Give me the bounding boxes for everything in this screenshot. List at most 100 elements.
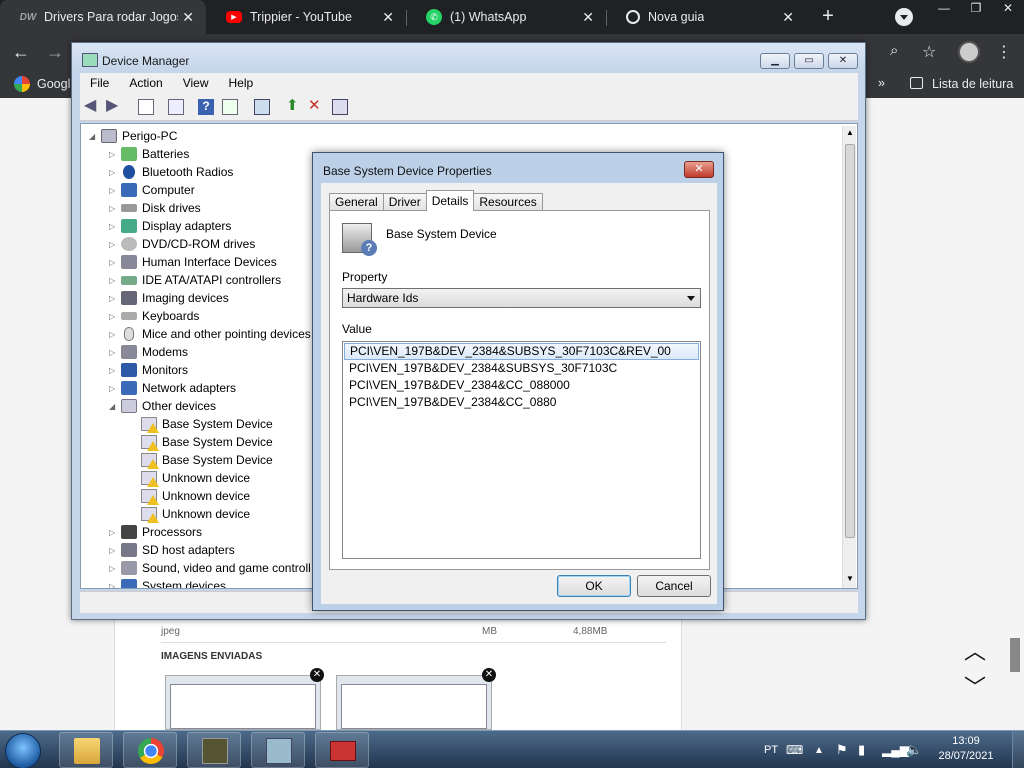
expand-icon[interactable]: ▷ <box>109 222 117 231</box>
menu-action[interactable]: Action <box>119 73 172 93</box>
tab-youtube[interactable]: ▶ Trippier - YouTube ✕ <box>206 0 406 34</box>
maximize-button[interactable]: ▭ <box>794 53 824 69</box>
tree-item-modems[interactable]: ▷ Modems <box>109 343 188 361</box>
tree-item-system-devices[interactable]: ▷ System devices <box>109 577 226 589</box>
tab-general[interactable]: General <box>329 193 384 211</box>
tree-item-base-system-device[interactable]: Base System Device <box>141 451 273 469</box>
cancel-button[interactable]: Cancel <box>637 575 711 597</box>
expand-icon[interactable]: ▷ <box>109 384 117 393</box>
bookmark-google[interactable]: Googl <box>37 77 70 91</box>
device-manager-titlebar[interactable]: Device Manager ▁ ▭ ✕ <box>72 43 865 73</box>
close-icon[interactable]: ✕ <box>992 0 1024 18</box>
tree-item-unknown-device[interactable]: Unknown device <box>141 505 250 523</box>
show-hide-console-tree-icon[interactable] <box>138 99 154 115</box>
menu-help[interactable]: Help <box>219 73 264 93</box>
forward-arrow-icon[interactable]: → <box>46 42 64 63</box>
scroll-down-icon[interactable]: ▼ <box>846 574 854 583</box>
sent-image-thumbnail[interactable] <box>336 675 492 730</box>
taskbar-app[interactable] <box>187 732 241 768</box>
expand-icon[interactable]: ▷ <box>109 366 117 375</box>
action-pane-icon[interactable] <box>222 99 238 115</box>
show-hidden-icons[interactable]: ▲ <box>814 731 824 768</box>
tab-whatsapp[interactable]: ✆ (1) WhatsApp ✕ <box>406 0 606 34</box>
start-button[interactable] <box>5 733 41 768</box>
tree-item-unknown-device[interactable]: Unknown device <box>141 469 250 487</box>
expand-icon[interactable]: ▷ <box>109 186 117 195</box>
volume-icon[interactable]: 🔈 <box>906 731 922 768</box>
more-bookmarks-icon[interactable]: » <box>878 76 885 90</box>
list-item[interactable]: PCI\VEN_197B&DEV_2384&CC_088000 <box>343 377 700 394</box>
collapse-icon[interactable]: ◢ <box>109 402 117 411</box>
language-indicator[interactable]: PT <box>764 731 778 768</box>
taskbar-explorer[interactable] <box>59 732 113 768</box>
tree-vertical-scrollbar[interactable]: ▲ ▼ <box>842 126 856 588</box>
expand-icon[interactable]: ▷ <box>109 240 117 249</box>
close-icon[interactable]: ✕ <box>782 9 794 26</box>
new-tab-button[interactable]: + <box>816 5 840 29</box>
tree-item-monitors[interactable]: ▷ Monitors <box>109 361 188 379</box>
tree-item-disk-drives[interactable]: ▷ Disk drives <box>109 199 201 217</box>
zoom-icon[interactable]: ⌕ <box>890 42 898 59</box>
tree-item-processors[interactable]: ▷ Processors <box>109 523 202 541</box>
tree-item-display-adapters[interactable]: ▷ Display adapters <box>109 217 231 235</box>
power-icon[interactable]: ▮ <box>858 731 865 768</box>
tab-drivers[interactable]: DW Drivers Para rodar Jogos ✕ <box>0 0 206 34</box>
remove-image-icon[interactable]: ✕ <box>310 668 324 682</box>
tab-details[interactable]: Details <box>425 190 475 211</box>
tree-item-imaging[interactable]: ▷ Imaging devices <box>109 289 229 307</box>
tree-item-hid[interactable]: ▷ Human Interface Devices <box>109 253 277 271</box>
scrollbar-thumb[interactable] <box>845 144 855 538</box>
scan-hardware-icon[interactable] <box>254 99 270 115</box>
expand-icon[interactable]: ▷ <box>109 582 117 589</box>
tree-item-sd-host[interactable]: ▷ SD host adapters <box>109 541 235 559</box>
keyboard-icon[interactable]: ⌨ <box>786 731 803 768</box>
expand-icon[interactable]: ▷ <box>109 276 117 285</box>
page-scrollbar-thumb[interactable] <box>1010 638 1020 672</box>
tree-item-unknown-device[interactable]: Unknown device <box>141 487 250 505</box>
scroll-up-icon[interactable]: ︿ <box>964 634 986 666</box>
tree-root[interactable]: ◢ Perigo-PC <box>89 127 177 145</box>
tree-item-other-devices[interactable]: ◢ Other devices <box>109 397 216 415</box>
tab-driver[interactable]: Driver <box>382 193 427 211</box>
tree-item-network[interactable]: ▷ Network adapters <box>109 379 236 397</box>
tree-item-ide[interactable]: ▷ IDE ATA/ATAPI controllers <box>109 271 281 289</box>
property-dropdown[interactable]: Hardware Ids <box>342 288 701 308</box>
tree-item-mice[interactable]: ▷ Mice and other pointing devices <box>109 325 311 343</box>
tab-resources[interactable]: Resources <box>473 193 543 211</box>
back-arrow-icon[interactable]: ← <box>12 42 30 63</box>
taskbar-chrome[interactable] <box>123 732 177 768</box>
tab-search-icon[interactable] <box>895 8 913 26</box>
uninstall-icon[interactable]: ✕ <box>308 98 324 115</box>
help-icon[interactable]: ? <box>198 99 214 115</box>
remove-image-icon[interactable]: ✕ <box>482 668 496 682</box>
taskbar-toolbox[interactable] <box>315 732 369 768</box>
tree-item-computer[interactable]: ▷ Computer <box>109 181 195 199</box>
tab-new-tab[interactable]: Nova guia ✕ <box>606 0 806 34</box>
list-item[interactable]: PCI\VEN_197B&DEV_2384&CC_0880 <box>343 394 700 411</box>
close-button[interactable]: ✕ <box>828 53 858 69</box>
close-icon[interactable]: ✕ <box>582 9 594 26</box>
profile-avatar[interactable] <box>958 41 980 63</box>
taskbar-device-manager[interactable] <box>251 732 305 768</box>
show-desktop-button[interactable] <box>1012 731 1024 768</box>
tree-item-sound[interactable]: ▷ Sound, video and game controll <box>109 559 311 577</box>
bookmark-star-icon[interactable]: ☆ <box>922 42 936 62</box>
scroll-down-icon[interactable]: ﹀ <box>964 670 986 702</box>
tree-item-base-system-device[interactable]: Base System Device <box>141 415 273 433</box>
value-list[interactable]: PCI\VEN_197B&DEV_2384&SUBSYS_30F7103C&RE… <box>342 341 701 559</box>
expand-icon[interactable]: ▷ <box>109 312 117 321</box>
expand-icon[interactable]: ▷ <box>109 168 117 177</box>
tree-item-base-system-device[interactable]: Base System Device <box>141 433 273 451</box>
menu-file[interactable]: File <box>80 73 119 93</box>
clock[interactable]: 13:09 28/07/2021 <box>932 734 1000 764</box>
expand-icon[interactable]: ▷ <box>109 546 117 555</box>
menu-dots-icon[interactable]: ⋮ <box>996 42 1012 62</box>
expand-icon[interactable]: ▷ <box>109 294 117 303</box>
list-item[interactable]: PCI\VEN_197B&DEV_2384&SUBSYS_30F7103C <box>343 360 700 377</box>
expand-icon[interactable]: ▷ <box>109 528 117 537</box>
minimize-icon[interactable]: — <box>928 0 960 18</box>
ok-button[interactable]: OK <box>557 575 631 597</box>
expand-icon[interactable]: ▷ <box>109 258 117 267</box>
maximize-icon[interactable]: ❐ <box>960 0 992 18</box>
scroll-up-icon[interactable]: ▲ <box>846 128 854 137</box>
